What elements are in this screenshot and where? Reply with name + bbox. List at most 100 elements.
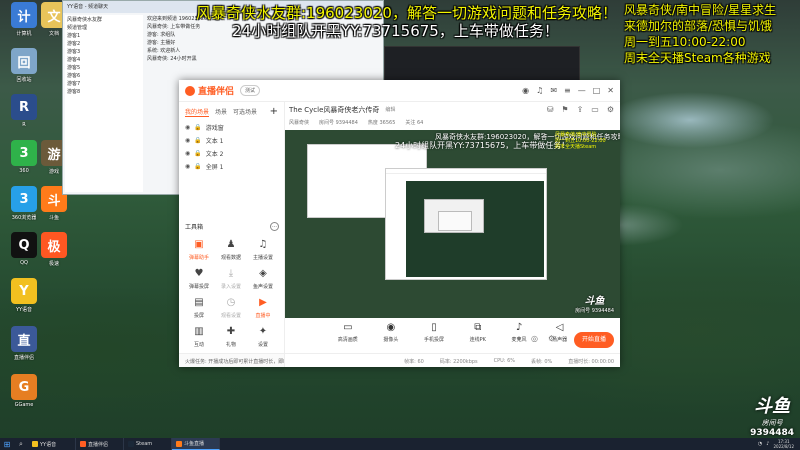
screen-icon: ▤ [194,297,204,308]
share-icon[interactable]: ⇪ [577,105,584,114]
scene-label: 游戏窗 [205,125,224,132]
taskbar-item[interactable]: YY语音 [28,438,76,450]
flag-icon[interactable]: ⚑ [561,105,568,114]
live-companion-window[interactable]: 直播伴侣 测试 ◉ ♫ ✉ ≡ — □ ✕ 我的场景 场景 可选场景 + ◉ 🔒 游… [179,80,620,367]
lock-icon[interactable]: 🔒 [194,137,201,144]
tool-label: 弹幕投屏 [188,284,209,290]
chat-member[interactable]: 游客3 [67,48,141,55]
lock-icon[interactable]: 🔒 [194,163,201,170]
tool-button[interactable]: ✚ 礼物 [215,325,247,348]
tab-scenes[interactable]: 场景 [215,107,227,116]
windows-start-icon[interactable]: ⊞ [0,438,14,450]
cart-icon[interactable]: ⛁ [547,105,554,114]
scene-panel: 我的场景 场景 可选场景 + ◉ 🔒 游戏窗 ◉ 🔒 文本 1 ◉ 🔒 文本 2 ◉ 🔒 全屏 1 工… [179,102,285,367]
tool-button[interactable]: ▥ 互动 [183,325,215,348]
book-icon: ▥ [194,326,204,337]
chat-member[interactable]: 游客1 [67,32,141,39]
scene-label: 文本 1 [205,138,224,145]
desktop-icon[interactable]: Y YY语音 [2,278,46,313]
settings-icon[interactable]: ⚙ [607,105,614,114]
scene-tabs: 我的场景 场景 可选场景 + [179,102,284,121]
gear-icon[interactable]: ⚙ [548,334,555,344]
desktop-icon[interactable]: 回回收站 [2,48,46,83]
taskbar-item-label: YY语音 [40,441,57,448]
notice-bar[interactable]: 火爆任务: 开播成功后即可累计直播时长，即时获得奖励 [179,353,284,367]
chat-member[interactable]: 游客7 [67,80,141,87]
tool-label: 直播中 [255,313,271,319]
control-label: 连线PK [469,337,486,343]
eye-icon[interactable]: ◉ [185,163,190,170]
chat-member[interactable]: 游客5 [67,64,141,71]
volume-icon[interactable]: ♪ [766,441,769,447]
eye-icon[interactable]: ◉ [185,137,190,144]
scene-item[interactable]: ◉ 🔒 全屏 1 [179,160,284,173]
chat-message: 系统: 欢迎新人 [147,48,181,54]
avatar-icon[interactable]: ◉ [522,86,529,95]
desktop-icon[interactable]: 直直播伴侣 [2,326,46,361]
stream-preview[interactable]: 风暴奇侠水友群:196023020，解答一切游戏问题和任务攻略！ 24小时组队开… [285,130,620,318]
tool-button[interactable]: ▤ 投屏 [183,296,215,319]
tool-button[interactable]: ▶ 直播中 [247,296,279,319]
taskbar-item[interactable]: 斗鱼直播 [172,438,220,450]
control-label: 手机投屏 [424,337,445,343]
menu-icon[interactable]: ≡ [564,86,571,95]
lock-icon[interactable]: 🔒 [194,150,201,157]
more-icon[interactable]: … [270,222,279,231]
tab-optional-scenes[interactable]: 可选场景 [233,107,257,116]
scene-item[interactable]: ◉ 🔒 文本 2 [179,147,284,160]
live-title-bar[interactable]: 直播伴侣 测试 ◉ ♫ ✉ ≡ — □ ✕ [179,80,620,102]
tool-button[interactable]: ⤓ 录入设置 [215,267,247,290]
wallet-icon[interactable]: ▭ [591,105,599,114]
chat-member[interactable]: 游客6 [67,72,141,79]
taskbar-item[interactable]: Steam [124,438,172,450]
room-stats: 风暴奇侠 房间号 9394484 热度 36565 关注 64 [285,117,620,127]
tool-label: 投屏 [193,313,204,319]
desktop-icon[interactable]: 极极速 [32,232,76,267]
lock-icon[interactable]: 🔒 [194,124,201,131]
edit-title-link[interactable]: 编辑 [385,106,395,113]
tool-button[interactable]: ✦ 设置 [247,325,279,348]
chat-member-list[interactable]: 风暴奇侠水友群 频道管理 游客1 游客2 游客3 游客4 游客5 游客6 游客7 游客8 [65,15,143,192]
tool-label: 礼物 [225,342,236,348]
overlay-schedule-line: 来德加尔的部落/恐惧与饥饿 [624,19,773,33]
scene-item[interactable]: ◉ 🔒 游戏窗 [179,121,284,134]
tool-button[interactable]: ◈ 鱼声设置 [247,267,279,290]
chat-member[interactable]: 游客2 [67,40,141,47]
maximize-icon[interactable]: □ [593,86,601,95]
chat-member[interactable]: 游客4 [67,56,141,63]
tab-my-scenes[interactable]: 我的场景 [185,107,210,117]
chat-member[interactable]: 风暴奇侠水友群 [67,16,141,23]
mail-icon[interactable]: ✉ [550,86,557,95]
tool-button[interactable]: ♫ 主播设置 [247,238,279,261]
network-icon[interactable]: ◔ [758,441,762,447]
taskbar-item[interactable]: 直播伴侣 [76,438,124,450]
start-live-button[interactable]: 开始直播 [574,332,614,348]
tool-label: 观看数据 [220,255,241,261]
eye-icon[interactable]: ◉ [185,124,190,131]
version-pill[interactable]: 测试 [240,85,261,96]
tool-button[interactable]: ♟ 观看数据 [215,238,247,261]
shield-icon: 直 [11,326,37,352]
scene-item[interactable]: ◉ 🔒 文本 1 [179,134,284,147]
tool-button[interactable]: ▣ 弹幕助手 [183,238,215,261]
tool-label: 互动 [193,342,204,348]
tool-button[interactable]: ◷ 观看设置 [215,296,247,319]
room-title[interactable]: The Cycle风暴奇侠老六传奇 [289,105,379,115]
tool-button[interactable]: ♥ 弹幕投屏 [183,267,215,290]
desktop-icon[interactable]: RR [2,94,46,128]
close-icon[interactable]: ✕ [607,86,614,95]
overlay-team-text: 24小时组队开黑YY:73715675，上车带做任务！ [232,22,559,40]
add-scene-icon[interactable]: + [270,106,278,117]
desktop-icon[interactable]: G GGame [2,374,46,408]
chat-member[interactable]: 游客8 [67,88,141,95]
search-icon[interactable]: ⌕ [14,440,28,449]
minimize-icon[interactable]: — [578,86,586,95]
eye-icon[interactable]: ◎ [531,334,538,344]
chat-member[interactable]: 频道管理 [67,24,141,31]
clock[interactable]: 17:31 2022/8/12 [773,439,794,449]
fish-sound-icon: ◈ [259,268,267,279]
tool-label: 主播设置 [252,255,273,261]
record-icon[interactable]: ⏺ [517,334,521,344]
eye-icon[interactable]: ◉ [185,150,190,157]
bell-icon[interactable]: ♫ [536,86,543,95]
